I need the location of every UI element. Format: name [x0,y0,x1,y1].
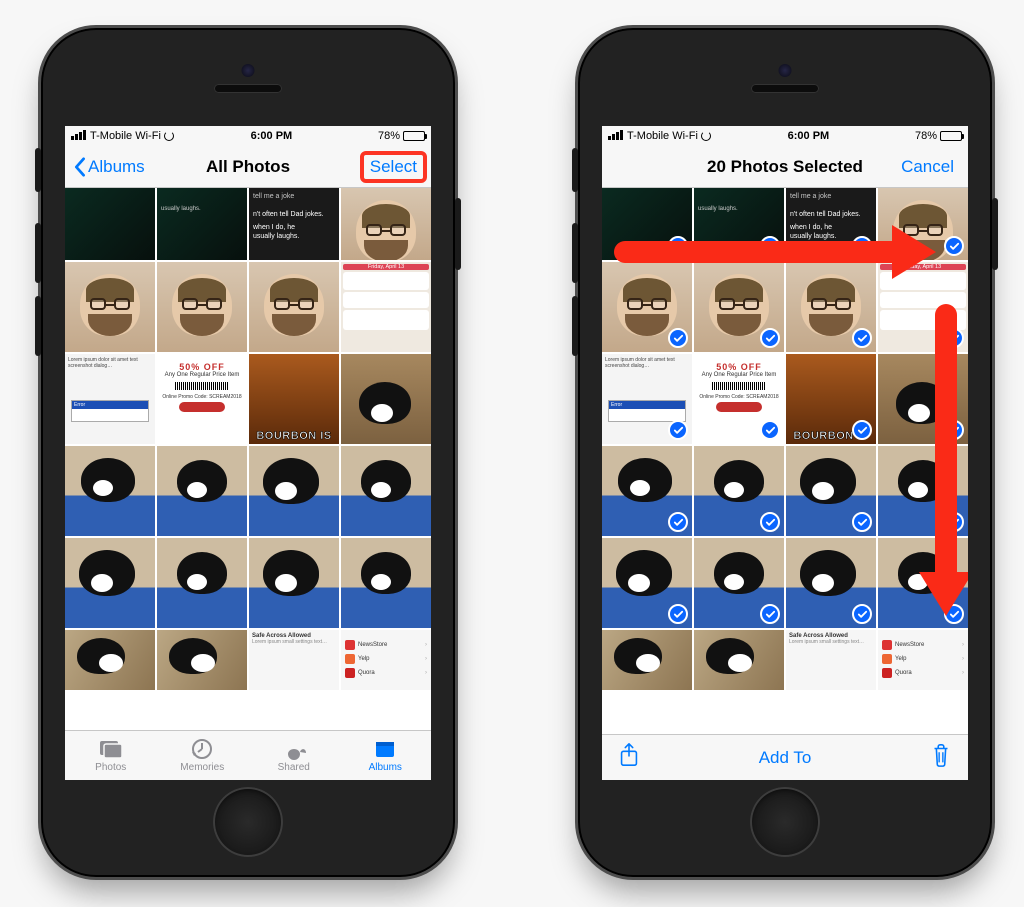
status-time: 6:00 PM [711,130,906,142]
selected-check-icon [852,512,872,532]
photo-thumb[interactable] [786,262,876,352]
photo-thumb[interactable]: BOURBON IS [786,354,876,444]
signal-icon [608,130,624,143]
battery-pct: 78% [915,130,937,142]
carrier-label: T-Mobile Wi-Fi [627,130,698,142]
selected-check-icon [760,328,780,348]
carrier-label: T-Mobile Wi-Fi [90,130,161,142]
selected-check-icon [852,328,872,348]
photo-thumb[interactable] [341,188,431,260]
battery-pct: 78% [378,130,400,142]
photo-thumb[interactable] [157,262,247,352]
photo-thumb[interactable] [341,538,431,628]
photo-thumb[interactable] [786,538,876,628]
cancel-button[interactable]: Cancel [895,154,960,180]
photo-thumb[interactable] [694,630,784,690]
photo-thumb[interactable] [341,354,431,444]
selected-check-icon [668,512,688,532]
photo-thumb[interactable]: NewsStore› Yelp› Quora› [878,630,968,690]
signal-icon [71,130,87,143]
spinner-icon [164,131,174,141]
home-button[interactable] [750,787,820,857]
tab-photos[interactable]: Photos [65,731,157,780]
back-label: Albums [88,157,145,177]
photo-thumb[interactable] [341,446,431,536]
photo-grid[interactable]: usually laughs. tell me a joke n't often… [65,188,431,730]
tab-bar: Photos Memories Shared Albums [65,730,431,780]
home-button[interactable] [213,787,283,857]
photo-thumb[interactable] [157,446,247,536]
status-bar: T-Mobile Wi-Fi 6:00 PM 78% [602,126,968,146]
share-button[interactable] [618,742,640,773]
photo-thumb[interactable]: usually laughs. [157,188,247,260]
photo-thumb[interactable] [249,538,339,628]
navbar: 20 Photos Selected Cancel [602,146,968,188]
select-button[interactable]: Select [360,151,427,183]
photo-thumb[interactable] [694,446,784,536]
add-to-button[interactable]: Add To [640,748,930,768]
selected-check-icon [760,512,780,532]
screen-left: T-Mobile Wi-Fi 6:00 PM 78% [65,126,431,780]
photo-thumb[interactable]: Lorem ipsum dolor sit amet text screensh… [65,354,155,444]
selected-check-icon [852,604,872,624]
trash-button[interactable] [930,742,952,773]
photo-thumb[interactable]: NewsStore› Yelp› Quora› [341,630,431,690]
photo-thumb[interactable] [602,446,692,536]
battery-icon [940,131,962,141]
selected-check-icon [944,236,964,256]
photo-thumb[interactable]: BOURBON IS [249,354,339,444]
status-bar: T-Mobile Wi-Fi 6:00 PM 78% [65,126,431,146]
tab-memories[interactable]: Memories [157,731,249,780]
photo-thumb[interactable]: Friday, April 13 [341,262,431,352]
photo-thumb[interactable] [602,538,692,628]
selected-check-icon [760,604,780,624]
photo-thumb[interactable] [65,630,155,690]
photo-thumb[interactable] [157,538,247,628]
spinner-icon [701,131,711,141]
photo-thumb[interactable] [249,446,339,536]
photo-thumb[interactable] [65,446,155,536]
tab-shared[interactable]: Shared [248,731,340,780]
photo-thumb[interactable] [694,262,784,352]
photo-thumb[interactable]: 50% OFF Any One Regular Price Item Onlin… [157,354,247,444]
photo-thumb[interactable] [602,262,692,352]
selected-check-icon [852,420,872,440]
photo-thumb[interactable]: Lorem ipsum dolor sit amet text screensh… [602,354,692,444]
photo-thumb[interactable] [65,538,155,628]
photo-thumb[interactable] [602,630,692,690]
selected-check-icon [668,328,688,348]
photo-thumb[interactable]: Safe Across AllowedLorem ipsum small set… [786,630,876,690]
selection-toolbar: Add To [602,734,968,780]
navbar: Albums All Photos Select [65,146,431,188]
phone-right: T-Mobile Wi-Fi 6:00 PM 78% 20 Photos Sel… [575,25,995,880]
status-time: 6:00 PM [174,130,369,142]
selected-check-icon [668,420,688,440]
back-button[interactable]: Albums [73,157,145,177]
photo-thumb[interactable] [157,630,247,690]
photo-thumb[interactable] [65,262,155,352]
photo-thumb[interactable]: tell me a joke n't often tell Dad jokes.… [249,188,339,260]
photo-thumb[interactable] [249,262,339,352]
photo-thumb[interactable]: Safe Across Allowed Lorem ipsum small se… [249,630,339,690]
phone-left: T-Mobile Wi-Fi 6:00 PM 78% [38,25,458,880]
selected-check-icon [668,604,688,624]
photo-thumb[interactable] [786,446,876,536]
photo-thumb[interactable] [65,188,155,260]
screen-right: T-Mobile Wi-Fi 6:00 PM 78% 20 Photos Sel… [602,126,968,780]
photo-thumb[interactable] [694,538,784,628]
tab-albums[interactable]: Albums [340,731,432,780]
photo-thumb[interactable]: 50% OFF Any One Regular Price Item Onlin… [694,354,784,444]
selected-check-icon [760,420,780,440]
battery-icon [403,131,425,141]
